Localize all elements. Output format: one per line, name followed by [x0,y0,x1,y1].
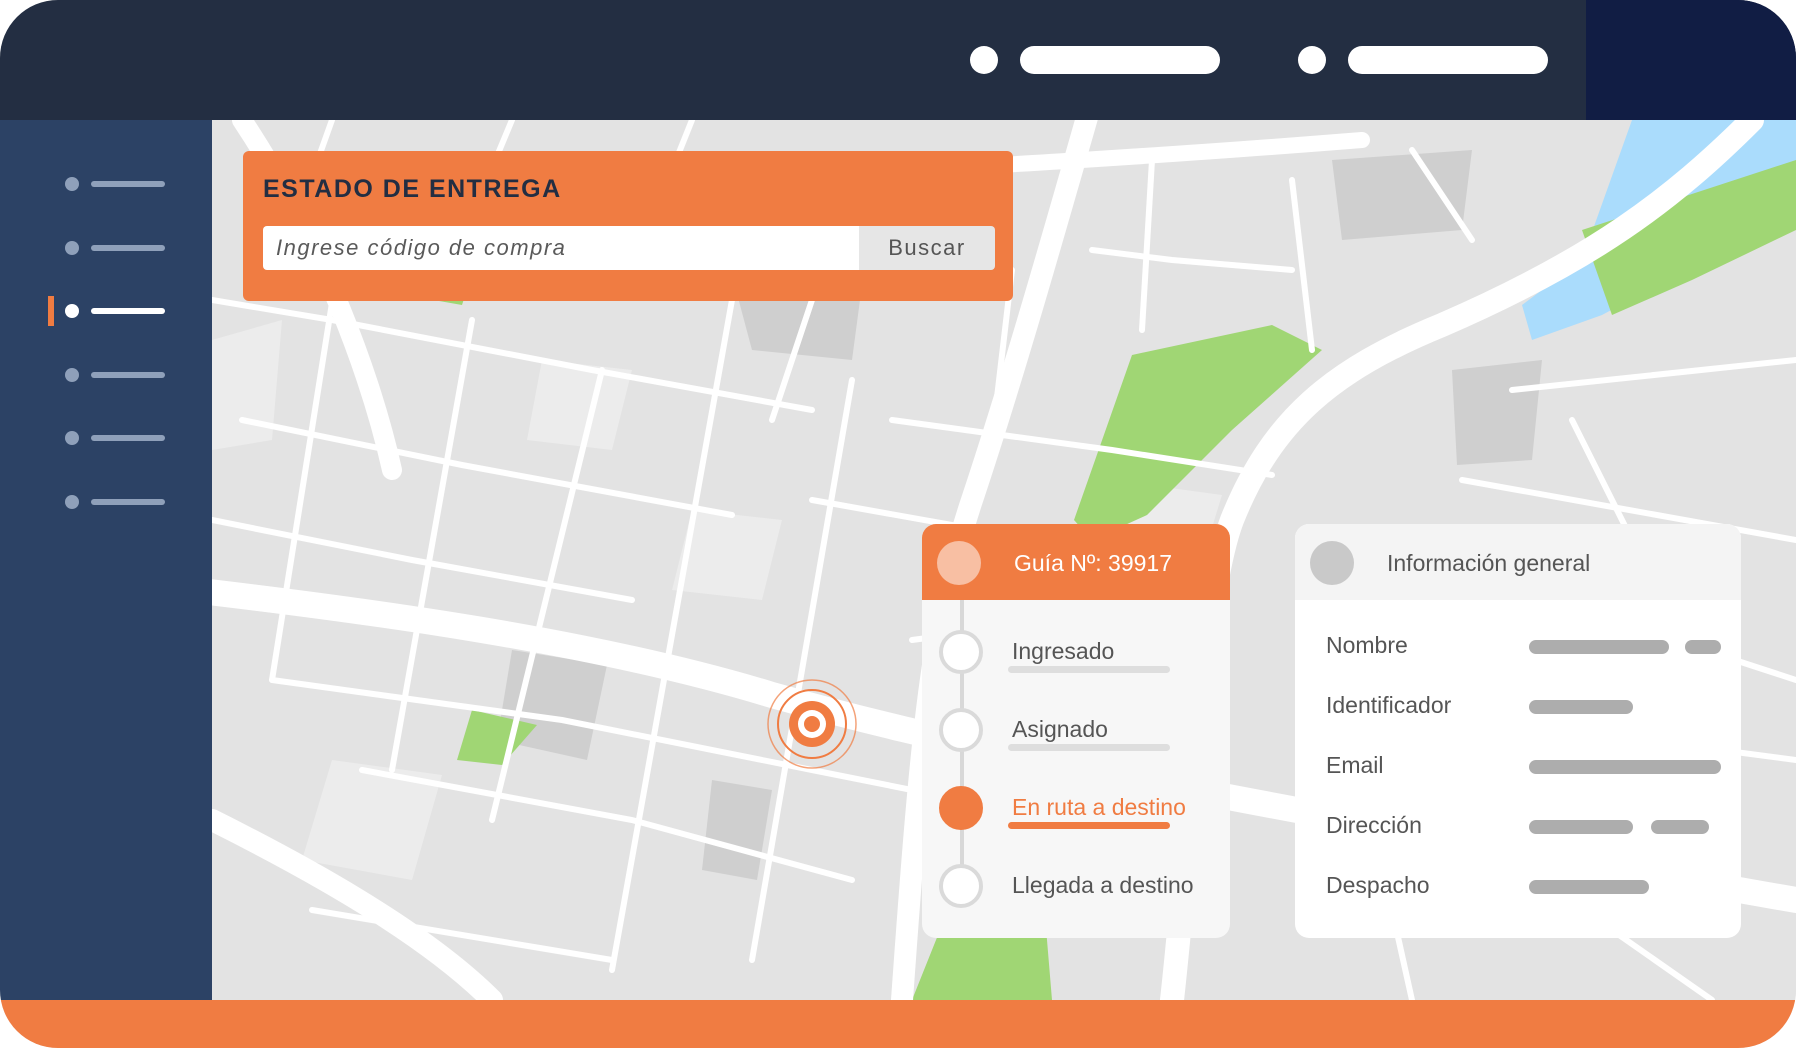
info-value-placeholder [1529,700,1633,714]
sidebar-dot-icon [65,241,79,255]
sidebar [0,120,212,1000]
info-value-placeholder [1685,640,1721,654]
top-nav-dot-icon [970,46,998,74]
status-node-icon [939,708,983,752]
app-window: ESTADO DE ENTREGA Buscar Guía Nº: 39917 … [0,0,1796,1048]
info-label: Despacho [1326,872,1430,898]
info-row-email: Email [1295,746,1741,786]
status-step-underline [1008,822,1170,829]
general-info-card: Información general Nombre Identificador… [1295,524,1741,938]
status-node-icon [939,864,983,908]
status-step-ingresado: Ingresado [922,630,1230,690]
top-bar [0,0,1796,120]
status-step-underline [1008,744,1170,751]
info-value-placeholder [1651,820,1709,834]
sidebar-item-6[interactable] [48,493,168,511]
general-info-title: Información general [1387,550,1591,576]
status-step-label: En ruta a destino [1012,794,1186,820]
sidebar-placeholder-bar [91,499,165,505]
sidebar-placeholder-bar [91,181,165,187]
sidebar-placeholder-bar [91,435,165,441]
sidebar-placeholder-bar [91,245,165,251]
top-nav-placeholder-bar [1020,46,1220,74]
top-nav-dot-icon [1298,46,1326,74]
sidebar-dot-icon [65,304,79,318]
shipment-status-card: Guía Nº: 39917 Ingresado Asignado En rut… [922,524,1230,938]
info-value-placeholder [1529,880,1649,894]
search-card-title: ESTADO DE ENTREGA [263,175,562,203]
bottom-bar [0,1000,1796,1048]
sidebar-dot-icon [65,177,79,191]
info-value-placeholder [1529,640,1669,654]
status-step-en-ruta: En ruta a destino [922,786,1230,846]
info-row-despacho: Despacho [1295,866,1741,906]
status-step-label: Llegada a destino [1012,872,1194,898]
guide-avatar-icon [937,541,981,585]
active-indicator [48,296,54,326]
info-value-placeholder [1529,820,1633,834]
info-label: Dirección [1326,812,1422,838]
sidebar-dot-icon [65,431,79,445]
status-step-llegada: Llegada a destino [922,864,1230,924]
info-avatar-icon [1310,541,1354,585]
sidebar-item-3-active[interactable] [48,296,168,326]
sidebar-dot-icon [65,495,79,509]
general-info-header: Información general [1295,524,1741,600]
search-button[interactable]: Buscar [859,226,995,270]
guide-number: Guía Nº: 39917 [1014,550,1173,576]
status-step-label: Ingresado [1012,638,1115,664]
sidebar-item-5[interactable] [48,429,168,447]
info-row-direccion: Dirección [1295,806,1741,846]
shipment-status-header: Guía Nº: 39917 [922,524,1230,600]
status-step-asignado: Asignado [922,708,1230,768]
info-label: Email [1326,752,1384,778]
top-nav-placeholder-bar [1348,46,1548,74]
info-row-identificador: Identificador [1295,686,1741,726]
status-node-icon [939,786,983,830]
sidebar-item-1[interactable] [48,175,168,193]
sidebar-item-4[interactable] [48,366,168,384]
status-step-underline [1008,666,1170,673]
top-bar-corner [1586,0,1796,120]
info-label: Nombre [1326,632,1408,658]
sidebar-dot-icon [65,368,79,382]
purchase-code-input[interactable] [263,226,859,270]
info-row-nombre: Nombre [1295,626,1741,666]
delivery-status-search-card: ESTADO DE ENTREGA Buscar [243,151,1013,301]
info-label: Identificador [1326,692,1452,718]
info-value-placeholder [1529,760,1721,774]
sidebar-item-2[interactable] [48,239,168,257]
status-node-icon [939,630,983,674]
status-step-label: Asignado [1012,716,1108,742]
location-pin-icon[interactable] [766,678,858,770]
sidebar-placeholder-bar [91,308,165,314]
sidebar-placeholder-bar [91,372,165,378]
